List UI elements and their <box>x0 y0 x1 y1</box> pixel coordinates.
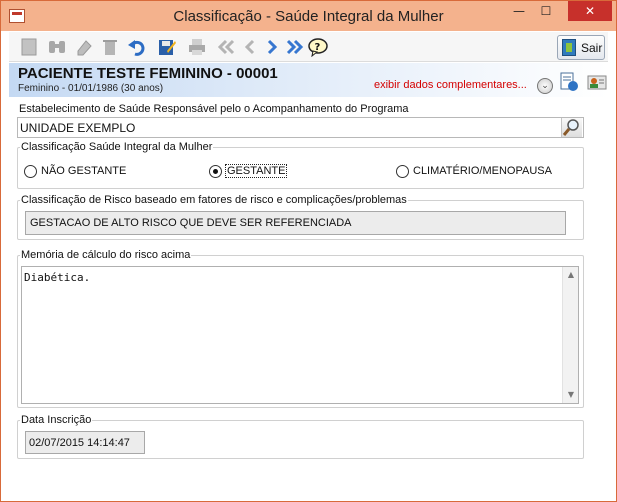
document-icon[interactable] <box>559 71 579 93</box>
previous-icon[interactable] <box>238 35 262 59</box>
binoculars-icon[interactable] <box>45 35 69 59</box>
radio-button-checked-icon <box>209 165 222 178</box>
establishment-label: Estabelecimento de Saúde Responsável pel… <box>19 103 409 115</box>
radio-label: GESTANTE <box>224 164 288 178</box>
risk-field: GESTACAO DE ALTO RISCO QUE DEVE SER REFE… <box>25 211 566 235</box>
radio-button-icon <box>396 165 409 178</box>
close-button[interactable]: ✕ <box>568 1 612 21</box>
chevron-down-icon[interactable]: ⌄ <box>537 78 553 94</box>
trash-icon[interactable] <box>98 35 122 59</box>
title-bar[interactable]: Classificação - Saúde Integral da Mulher… <box>1 1 616 31</box>
toolbar: ? Sair <box>9 32 608 62</box>
establishment-field[interactable]: UNIDADE EXEMPLO <box>17 117 584 138</box>
exit-button[interactable]: Sair <box>557 35 605 60</box>
next-icon[interactable] <box>260 35 284 59</box>
edit-save-icon[interactable] <box>155 35 179 59</box>
minimize-button[interactable]: — <box>506 1 532 21</box>
memory-scrollbar[interactable]: ▲ ▼ <box>562 267 578 403</box>
search-button[interactable] <box>561 118 582 137</box>
help-icon[interactable]: ? <box>306 35 330 59</box>
new-icon[interactable] <box>17 35 41 59</box>
radio-label: NÃO GESTANTE <box>41 165 127 177</box>
scroll-up-icon[interactable]: ▲ <box>563 267 579 283</box>
undo-icon[interactable] <box>125 35 149 59</box>
registration-date-field: 02/07/2015 14:14:47 <box>25 431 145 454</box>
first-icon[interactable] <box>214 35 238 59</box>
registration-legend: Data Inscrição <box>21 414 92 426</box>
registration-date-value: 02/07/2015 14:14:47 <box>29 437 130 449</box>
exit-door-icon <box>562 39 576 56</box>
svg-text:?: ? <box>315 42 321 53</box>
patient-details: Feminino - 01/01/1986 (30 anos) <box>18 83 164 94</box>
risk-value: GESTACAO DE ALTO RISCO QUE DEVE SER REFE… <box>30 217 352 229</box>
memory-value: Diabética. <box>24 271 91 284</box>
risk-legend: Classificação de Risco baseado em fatore… <box>21 194 407 206</box>
last-icon[interactable] <box>283 35 307 59</box>
print-icon[interactable] <box>185 35 209 59</box>
maximize-button[interactable]: ☐ <box>533 1 559 21</box>
exit-button-label: Sair <box>581 41 603 55</box>
contact-card-icon[interactable] <box>587 72 607 92</box>
scroll-down-icon[interactable]: ▼ <box>563 387 579 403</box>
complementary-data-link[interactable]: exibir dados complementares... <box>374 79 527 91</box>
establishment-value: UNIDADE EXEMPLO <box>20 121 136 135</box>
main-window: Classificação - Saúde Integral da Mulher… <box>0 0 617 502</box>
patient-header: PACIENTE TESTE FEMININO - 00001 Feminino… <box>9 63 608 97</box>
radio-label: CLIMATÉRIO/MENOPAUSA <box>413 165 552 177</box>
memory-textarea[interactable]: Diabética. ▲ ▼ <box>21 266 579 404</box>
memory-legend: Memória de cálculo do risco acima <box>21 249 191 261</box>
classification-legend: Classificação Saúde Integral da Mulher <box>21 141 213 153</box>
eraser-icon[interactable] <box>72 35 96 59</box>
patient-name: PACIENTE TESTE FEMININO - 00001 <box>18 65 278 82</box>
magnifier-icon <box>562 119 579 136</box>
radio-button-icon <box>24 165 37 178</box>
